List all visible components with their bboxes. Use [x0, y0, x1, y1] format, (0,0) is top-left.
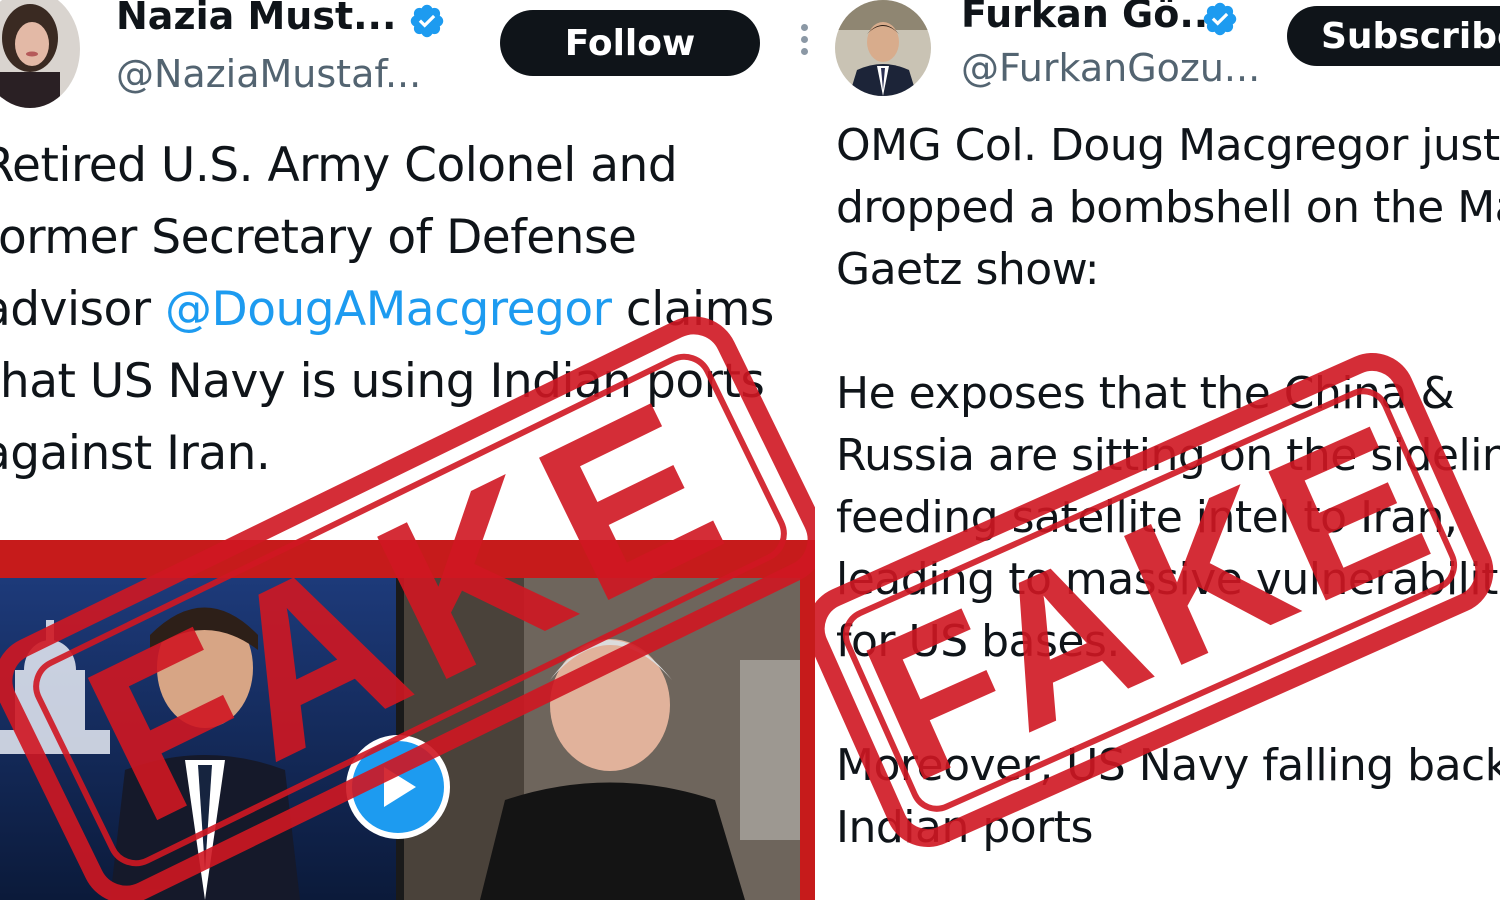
tweet-text: Retired U.S. Army Colonel and former Sec…: [0, 130, 774, 490]
tweet-line: former Secretary of Defense: [0, 210, 637, 265]
tweet-word: claims: [625, 282, 775, 337]
tweet-line: OMG Col. Doug Macgregor just: [836, 120, 1500, 171]
avatar[interactable]: [0, 0, 80, 108]
tweet-line: Gaetz show:: [836, 244, 1100, 295]
video-thumbnail[interactable]: [0, 540, 815, 900]
left-tweet-panel: Nazia Must... @NaziaMustaf... Follow Ret…: [0, 0, 815, 900]
author-handle[interactable]: @FurkanGozu...: [961, 46, 1260, 90]
play-icon: [384, 767, 416, 807]
tweet-line: against Iran.: [0, 426, 271, 481]
tweet-line: [836, 673, 1500, 735]
tweet-line: Russia are sitting on the sidelines: [836, 430, 1500, 481]
mention-link[interactable]: @DougAMacgregor: [165, 282, 612, 337]
more-options-icon[interactable]: [800, 24, 810, 60]
tweet-line: Moreover, US Navy falling back to: [836, 740, 1500, 791]
author-name[interactable]: Furkan Gö...: [961, 0, 1223, 36]
verified-badge-icon: [410, 4, 444, 38]
tweet-line: [836, 301, 1500, 363]
tweet-line: leading to massive vulnerabilities: [836, 554, 1500, 605]
tweet-line: dropped a bombshell on the Matt: [836, 182, 1500, 233]
author-handle[interactable]: @NaziaMustaf...: [116, 52, 421, 96]
tweet-line: advisor @DougAMacgregor claims: [0, 274, 774, 346]
tweet-line: for US bases.: [836, 616, 1120, 667]
subscribe-button[interactable]: Subscribe: [1287, 6, 1500, 66]
tweet-word: advisor: [0, 282, 151, 337]
tweet-line: Indian ports: [836, 802, 1093, 853]
author-name[interactable]: Nazia Must...: [116, 0, 396, 38]
tweet-text: OMG Col. Doug Macgregor just dropped a b…: [836, 115, 1500, 859]
right-tweet-panel: Furkan Gö... @FurkanGozu... Subscribe OM…: [815, 0, 1500, 900]
verified-badge-icon: [1203, 2, 1237, 36]
tweet-line: Retired U.S. Army Colonel and: [0, 138, 678, 193]
tweet-line: feeding satellite intel to Iran,: [836, 492, 1458, 543]
play-button[interactable]: [346, 735, 450, 839]
tweet-line: He exposes that the China &: [836, 368, 1455, 419]
follow-button[interactable]: Follow: [500, 10, 760, 76]
tweet-line: that US Navy is using Indian ports: [0, 354, 765, 409]
avatar[interactable]: [835, 0, 931, 96]
